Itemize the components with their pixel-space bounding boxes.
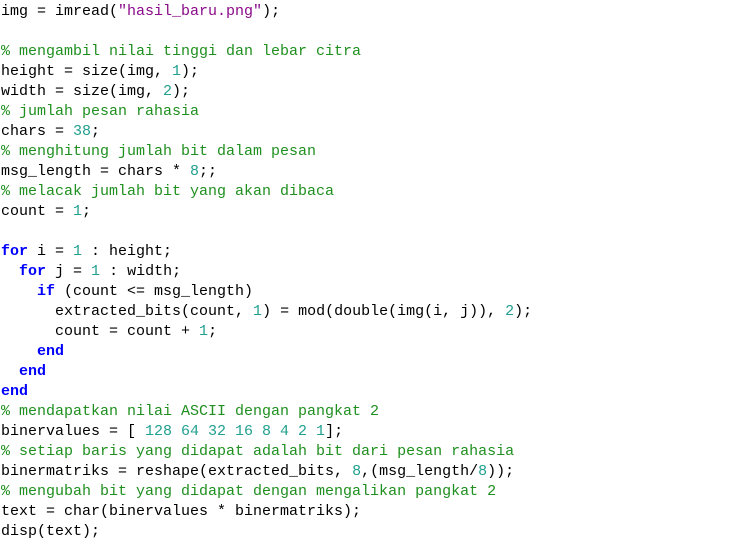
code-number: 2 bbox=[505, 303, 515, 320]
code-text: )); bbox=[487, 463, 515, 480]
code-text: ); bbox=[181, 63, 200, 80]
code-line[interactable]: count = count + 1; bbox=[0, 322, 730, 342]
code-text: count = count + bbox=[1, 323, 200, 340]
code-keyword: for bbox=[1, 243, 29, 260]
code-number: 1 bbox=[73, 243, 83, 260]
code-text: ; bbox=[82, 203, 92, 220]
code-comment: % mengubah bit yang didapat dengan menga… bbox=[1, 483, 497, 500]
code-comment: % mengambil nilai tinggi dan lebar citra bbox=[1, 43, 362, 60]
code-line[interactable]: binervalues = [ 128 64 32 16 8 4 2 1]; bbox=[0, 422, 730, 442]
code-line[interactable] bbox=[0, 222, 730, 242]
code-line[interactable]: extracted_bits(count, 1) = mod(double(im… bbox=[0, 302, 730, 322]
code-comment: % mendapatkan nilai ASCII dengan pangkat… bbox=[1, 403, 380, 420]
code-line[interactable]: for i = 1 : height; bbox=[0, 242, 730, 262]
code-text: ;; bbox=[199, 163, 218, 180]
code-text: msg_length = chars * bbox=[1, 163, 191, 180]
code-editor[interactable]: img = imread("hasil_baru.png"); % mengam… bbox=[0, 0, 730, 541]
code-number: 1 bbox=[199, 323, 209, 340]
code-line[interactable]: disp(text); bbox=[0, 522, 730, 541]
code-number: 2 bbox=[163, 83, 173, 100]
code-comment: % melacak jumlah bit yang akan dibaca bbox=[1, 183, 335, 200]
code-line[interactable]: % jumlah pesan rahasia bbox=[0, 102, 730, 122]
code-number: 1 bbox=[91, 263, 101, 280]
code-line[interactable]: text = char(binervalues * binermatriks); bbox=[0, 502, 730, 522]
code-text: ,(msg_length/ bbox=[361, 463, 479, 480]
code-text: : height; bbox=[82, 243, 173, 260]
code-line[interactable]: % mendapatkan nilai ASCII dengan pangkat… bbox=[0, 402, 730, 422]
code-number: 1 bbox=[253, 303, 263, 320]
code-line[interactable] bbox=[0, 22, 730, 42]
code-keyword: end bbox=[19, 363, 47, 380]
code-line[interactable]: width = size(img, 2); bbox=[0, 82, 730, 102]
code-number: 8 bbox=[190, 163, 200, 180]
code-text: img = imread( bbox=[1, 3, 119, 20]
code-text: ); bbox=[514, 303, 533, 320]
code-line[interactable]: end bbox=[0, 382, 730, 402]
code-text: extracted_bits(count, bbox=[1, 303, 254, 320]
code-text: ); bbox=[172, 83, 191, 100]
code-comment: % menghitung jumlah bit dalam pesan bbox=[1, 143, 317, 160]
code-line[interactable]: count = 1; bbox=[0, 202, 730, 222]
code-comment: % jumlah pesan rahasia bbox=[1, 103, 200, 120]
code-line[interactable]: chars = 38; bbox=[0, 122, 730, 142]
code-keyword: end bbox=[37, 343, 65, 360]
code-text: width = size(img, bbox=[1, 83, 164, 100]
code-line[interactable]: % setiap baris yang didapat adalah bit d… bbox=[0, 442, 730, 462]
code-number: 38 bbox=[73, 123, 92, 140]
code-line[interactable]: msg_length = chars * 8;; bbox=[0, 162, 730, 182]
code-line[interactable]: % mengubah bit yang didapat dengan menga… bbox=[0, 482, 730, 502]
code-text: ]; bbox=[325, 423, 344, 440]
code-number: 128 64 32 16 8 4 2 1 bbox=[145, 423, 326, 440]
code-text: i = bbox=[28, 243, 74, 260]
code-line[interactable]: % menghitung jumlah bit dalam pesan bbox=[0, 142, 730, 162]
code-number: 8 bbox=[352, 463, 362, 480]
code-text: count = bbox=[1, 203, 74, 220]
code-line[interactable]: end bbox=[0, 362, 730, 382]
code-number: 1 bbox=[172, 63, 182, 80]
code-text: ; bbox=[91, 123, 101, 140]
code-line[interactable]: binermatriks = reshape(extracted_bits, 8… bbox=[0, 462, 730, 482]
code-text: chars = bbox=[1, 123, 74, 140]
code-text: height = size(img, bbox=[1, 63, 173, 80]
code-text: binermatriks = reshape(extracted_bits, bbox=[1, 463, 353, 480]
code-line[interactable]: height = size(img, 1); bbox=[0, 62, 730, 82]
code-text: ); bbox=[262, 3, 281, 20]
code-number: 1 bbox=[73, 203, 83, 220]
code-comment: % setiap baris yang didapat adalah bit d… bbox=[1, 443, 515, 460]
code-text: binervalues = [ bbox=[1, 423, 146, 440]
code-line[interactable]: % melacak jumlah bit yang akan dibaca bbox=[0, 182, 730, 202]
code-keyword: if bbox=[37, 283, 56, 300]
code-text: disp(text); bbox=[1, 523, 101, 540]
code-text: ) = mod(double(img(i, j)), bbox=[262, 303, 506, 320]
code-line[interactable]: if (count <= msg_length) bbox=[0, 282, 730, 302]
code-string: "hasil_baru.png" bbox=[118, 3, 263, 20]
code-text: : width; bbox=[100, 263, 182, 280]
code-line[interactable]: % mengambil nilai tinggi dan lebar citra bbox=[0, 42, 730, 62]
code-text: (count <= msg_length) bbox=[55, 283, 254, 300]
code-line[interactable]: end bbox=[0, 342, 730, 362]
code-keyword: end bbox=[1, 383, 29, 400]
code-text: text = char(binervalues * binermatriks); bbox=[1, 503, 362, 520]
code-line[interactable]: for j = 1 : width; bbox=[0, 262, 730, 282]
code-text: j = bbox=[46, 263, 92, 280]
code-number: 8 bbox=[478, 463, 488, 480]
code-text: ; bbox=[208, 323, 218, 340]
code-line[interactable]: img = imread("hasil_baru.png"); bbox=[0, 2, 730, 22]
code-keyword: for bbox=[19, 263, 47, 280]
